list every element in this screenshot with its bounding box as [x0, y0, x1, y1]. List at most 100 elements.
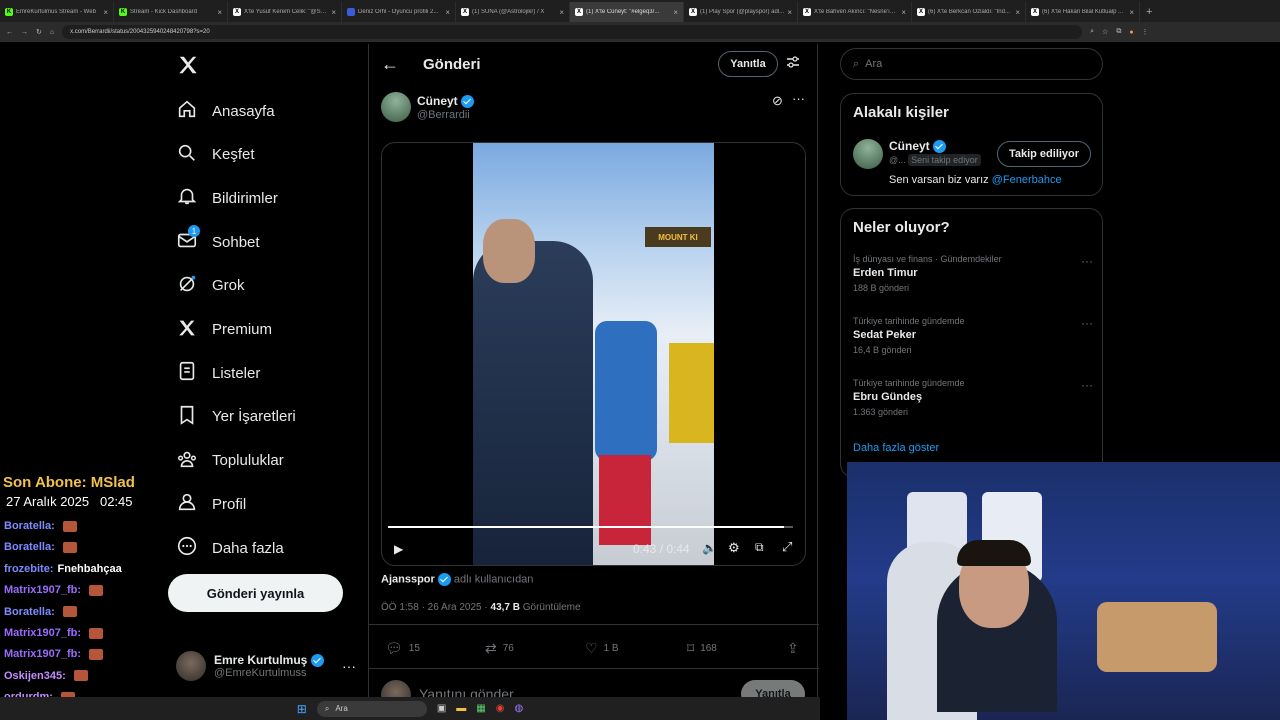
- tab-close-icon[interactable]: ×: [1015, 8, 1020, 17]
- tab-close-icon[interactable]: ×: [901, 8, 906, 17]
- tab-close-icon[interactable]: ×: [217, 8, 222, 17]
- windows-start-icon[interactable]: ⊞: [297, 702, 307, 716]
- nav-item-communities[interactable]: Topluluklar: [176, 448, 284, 474]
- nav-item-home[interactable]: Anasayfa: [176, 98, 275, 124]
- related-people-card: Alakalı kişiler Cüneyt @... Seni takip e…: [840, 93, 1103, 196]
- nav-item-profile[interactable]: Profil: [176, 491, 246, 517]
- back-icon[interactable]: ←: [6, 29, 13, 36]
- post-button[interactable]: Gönderi yayınla: [168, 574, 343, 612]
- browser-tab[interactable]: X (6) X'te Berkcan Özlaldı: "Ind... ×: [912, 2, 1026, 22]
- play-icon[interactable]: ▶: [394, 542, 403, 556]
- browser-tab[interactable]: K EmreKurtulmus Stream - Web ×: [0, 2, 114, 22]
- nav-item-bookmark[interactable]: Yer İşaretleri: [176, 404, 296, 430]
- back-arrow-icon[interactable]: ←: [381, 54, 399, 75]
- trend-item[interactable]: İş dünyası ve finans · Gündemdekiler Erde…: [853, 254, 1093, 304]
- store-icon[interactable]: ▦: [476, 703, 485, 714]
- post-timestamp[interactable]: ÖÖ 1:58 · 26 Ara 2025 ·: [381, 602, 488, 613]
- tab-close-icon[interactable]: ×: [673, 8, 678, 17]
- search-input[interactable]: Ara: [865, 58, 882, 70]
- nav-item-bell[interactable]: Bildirimler: [176, 185, 278, 211]
- folder-icon[interactable]: ▬: [456, 703, 466, 714]
- chat-text: Fnehbahçaa: [57, 562, 122, 575]
- task-view-icon[interactable]: ▣: [437, 703, 446, 714]
- reply-action[interactable]: 💬︎ 15: [385, 640, 420, 657]
- home-icon: [176, 98, 198, 124]
- nav-item-label: Anasayfa: [212, 102, 275, 120]
- nav-item-search[interactable]: Keşfet: [176, 142, 255, 168]
- pip-icon[interactable]: ⧉: [755, 540, 764, 555]
- chrome-icon[interactable]: ◉: [496, 703, 505, 714]
- taskbar-search[interactable]: ⌕ Ara: [316, 700, 427, 717]
- menu-icon[interactable]: ⋮: [1142, 28, 1149, 36]
- author-handle[interactable]: @Berrardii: [417, 109, 470, 121]
- nav-item-grok[interactable]: Grok: [176, 273, 245, 299]
- related-bio-link[interactable]: @Fenerbahce: [992, 174, 1062, 186]
- grok-post-icon[interactable]: ⊘: [772, 93, 783, 109]
- tab-close-icon[interactable]: ×: [445, 8, 450, 17]
- x-logo-icon[interactable]: [177, 54, 199, 81]
- trend-more-icon[interactable]: ···: [1081, 378, 1093, 392]
- browser-tab[interactable]: X X'te Bahven Akıncı: "Nesne'ın iç... ×: [798, 2, 912, 22]
- address-bar[interactable]: x.com/Berrardii/status/20043259402484207…: [62, 25, 1083, 39]
- browser-tab[interactable]: X (1) SUNA (@Astrolojikr) / X ×: [456, 2, 570, 22]
- related-avatar[interactable]: [853, 139, 883, 169]
- trend-more-icon[interactable]: ···: [1081, 254, 1093, 268]
- author-avatar[interactable]: [381, 92, 411, 122]
- like-action[interactable]: ♡ 1 B: [585, 640, 619, 657]
- chat-message: Matrix1907_fb:: [4, 584, 104, 596]
- share-icon[interactable]: ⇪: [787, 640, 799, 657]
- tab-title: (6) X'te Berkcan Özlaldı: "Ind...: [928, 9, 1010, 15]
- browser-tab[interactable]: X (1) Play Spor (@playspor) adl... ×: [684, 2, 798, 22]
- source-name[interactable]: Ajansspor: [381, 573, 435, 585]
- following-button[interactable]: Takip ediliyor: [997, 141, 1091, 167]
- home-browser-icon[interactable]: ⌂: [50, 29, 54, 36]
- trend-count: 16,4 B gönderi: [853, 345, 912, 355]
- fullscreen-icon[interactable]: ⤢: [782, 539, 792, 555]
- divider: [369, 624, 819, 625]
- tab-close-icon[interactable]: ×: [559, 8, 564, 17]
- repost-action[interactable]: ⇄ 76: [485, 640, 514, 657]
- tab-close-icon[interactable]: ×: [103, 8, 108, 17]
- video-player[interactable]: MOUNT KI ▶ 0:43 / 0:44 🔈 ⚙ ⧉ ⤢: [381, 142, 806, 566]
- account-switcher[interactable]: Emre Kurtulmuş @EmreKurtulmuss ···: [176, 646, 356, 686]
- settings-icon[interactable]: ⚙: [728, 540, 740, 556]
- browser-tab[interactable]: K Stream - Kick Dashboard ×: [114, 2, 228, 22]
- profile-browser-icon[interactable]: ●: [1129, 29, 1133, 36]
- browser-tab[interactable]: X (1) X'te Cüneyt: "#elgeq3/... ×: [570, 2, 684, 22]
- browser-tab[interactable]: X (6) X'te Hakan Bilal Kutlualp ... ×: [1026, 2, 1140, 22]
- trend-item[interactable]: Türkiye tarihinde gündemde Ebru Gündeş 1.3…: [853, 378, 1093, 428]
- tab-close-icon[interactable]: ×: [1129, 8, 1134, 17]
- app-icon[interactable]: ◍: [514, 703, 523, 714]
- volume-icon[interactable]: 🔈: [702, 541, 717, 555]
- more-icon[interactable]: ···: [342, 658, 356, 674]
- show-more-link[interactable]: Daha fazla göster: [853, 442, 939, 454]
- post-more-icon[interactable]: ···: [792, 91, 805, 106]
- browser-tab[interactable]: Deniz Orhl - Oyuncu profili 2... ×: [342, 2, 456, 22]
- taskbar-search-input[interactable]: Ara: [335, 704, 347, 713]
- forward-icon[interactable]: →: [21, 29, 28, 36]
- author-name[interactable]: Cüneyt: [417, 94, 458, 108]
- filter-icon[interactable]: [786, 55, 800, 74]
- related-name[interactable]: Cüneyt: [889, 139, 930, 153]
- nav-item-mail[interactable]: 1 Sohbet: [176, 225, 260, 255]
- bookmark-action[interactable]: ⌑ 168: [687, 640, 717, 657]
- tab-close-icon[interactable]: ×: [787, 8, 792, 17]
- video-progress-track[interactable]: [388, 526, 793, 528]
- extensions-icon[interactable]: ⧉: [1116, 28, 1121, 36]
- trend-item[interactable]: Türkiye tarihinde gündemde Sedat Peker 16,…: [853, 316, 1093, 366]
- nav-item-more-circle[interactable]: Daha fazla: [176, 535, 284, 561]
- nav-item-list[interactable]: Listeler: [176, 360, 260, 386]
- reply-header-button[interactable]: Yanıtla: [718, 51, 778, 77]
- search-icon: ⌕: [324, 703, 330, 713]
- nav-item-x-logo[interactable]: Premium: [176, 317, 272, 343]
- x-logo-icon: [176, 317, 198, 343]
- trend-more-icon[interactable]: ···: [1081, 316, 1093, 330]
- browser-tab[interactable]: X X'te Yusuf Kerem Celik: "@Sa... ×: [228, 2, 342, 22]
- zoom-icon[interactable]: ⌕: [1090, 28, 1094, 36]
- chat-message: Boratella:: [4, 520, 77, 532]
- search-box[interactable]: ⌕ Ara: [840, 48, 1103, 80]
- new-tab-icon[interactable]: +: [1140, 2, 1158, 22]
- reload-icon[interactable]: ↻: [36, 28, 42, 36]
- star-icon[interactable]: ☆: [1102, 28, 1108, 36]
- tab-close-icon[interactable]: ×: [331, 8, 336, 17]
